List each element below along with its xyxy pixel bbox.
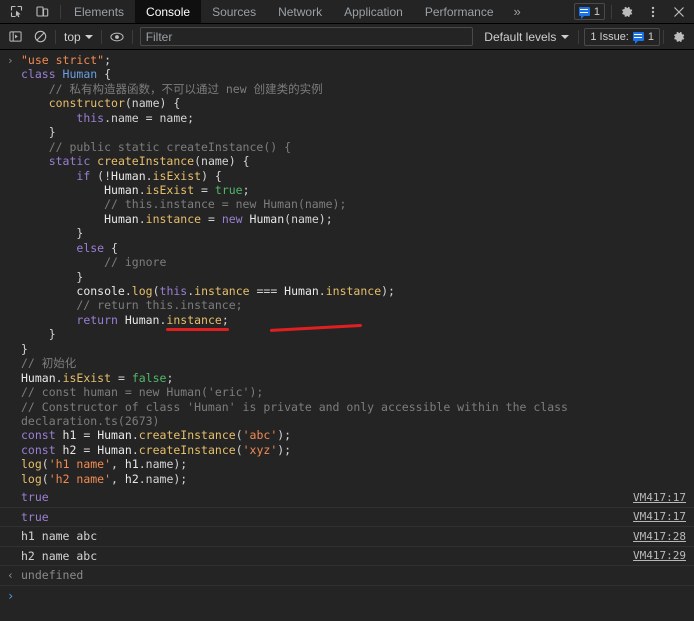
output-source-link[interactable]: VM417:29 [633, 549, 686, 562]
prompt-arrow-icon: › [7, 588, 15, 603]
code-line: // public static createInstance() { [21, 139, 292, 154]
console-issues-count: 1 [647, 30, 654, 43]
output-value: h1 name abc [21, 529, 98, 544]
input-arrow-icon: › [7, 54, 14, 67]
live-expression-eye-icon[interactable] [105, 27, 129, 47]
tab-application[interactable]: Application [333, 0, 414, 23]
tab-performance[interactable]: Performance [414, 0, 505, 23]
output-source-link[interactable]: VM417:28 [633, 530, 686, 543]
echoed-source-code: "use strict"; class Human { // 私有构造器函数，不可… [0, 53, 694, 486]
clear-console-icon[interactable] [28, 27, 52, 47]
console-output-row: h1 name abc VM417:28 [0, 527, 694, 547]
output-value: true [21, 490, 49, 505]
code-line: "use strict"; [21, 53, 112, 67]
execution-context-selector[interactable]: top [59, 30, 98, 44]
output-source-link[interactable]: VM417:17 [633, 510, 686, 523]
console-issues-label: 1 Issue: [590, 30, 629, 43]
tab-overflow-more-icon[interactable]: » [505, 0, 530, 23]
panel-tabs: Elements Console Sources Network Applica… [63, 0, 570, 23]
console-toolbar: top Default levels 1 Issue: 1 [0, 24, 694, 50]
console-filter-input[interactable] [139, 27, 474, 46]
code-line: // return this.instance; [21, 298, 243, 313]
log-levels-label: Default levels [484, 29, 557, 44]
issues-badge-count: 1 [593, 5, 600, 18]
output-value: true [21, 509, 49, 524]
console-issues-badge[interactable]: 1 Issue: 1 [584, 27, 660, 46]
console-body: › "use strict"; class Human { // 私有构造器函数，… [0, 50, 694, 620]
code-line: Human.instance = new Human(name); [104, 211, 333, 226]
tab-console[interactable]: Console [135, 0, 202, 23]
code-line: const h2 = Human.createInstance('xyz'); [21, 442, 292, 457]
divider [55, 29, 56, 44]
divider [100, 29, 102, 44]
chevron-down-icon [84, 34, 93, 39]
console-prompt-row[interactable]: › [0, 586, 694, 606]
code-line: class Human { [21, 67, 112, 82]
divider [60, 4, 61, 19]
console-return-row: ‹ undefined [0, 566, 694, 586]
code-line: // this.instance = new Human(name); [21, 197, 347, 212]
code-line: // 初始化 [21, 356, 77, 371]
console-output-row: h2 name abc VM417:29 [0, 547, 694, 567]
execution-context-label: top [64, 29, 81, 44]
code-line: return Human.instance; [76, 312, 229, 327]
issues-bubble-icon [632, 32, 644, 44]
inspect-element-icon[interactable] [3, 1, 29, 23]
log-levels-selector[interactable]: Default levels [478, 30, 575, 44]
code-line: // Constructor of class 'Human' is priva… [21, 399, 568, 414]
console-settings-gear-icon[interactable] [667, 27, 691, 47]
return-arrow-icon: ‹ [7, 568, 14, 583]
device-toolbar-icon[interactable] [29, 1, 55, 23]
output-source-link[interactable]: VM417:17 [633, 491, 686, 504]
close-icon[interactable] [666, 1, 692, 23]
code-line: const h1 = Human.createInstance('abc'); [21, 428, 292, 443]
console-output-list: true VM417:17 true VM417:17 h1 name abc VM417… [0, 488, 694, 567]
issues-bubble-icon [578, 7, 590, 19]
code-line: declaration.ts(2673) [21, 413, 160, 428]
code-line: } [21, 341, 28, 356]
code-line: log('h1 name', h1.name); [21, 457, 188, 472]
code-line: this.name = name; [76, 110, 195, 125]
tab-elements[interactable]: Elements [63, 0, 135, 23]
code-line: console.log(this.instance === Human.inst… [76, 284, 395, 298]
divider [663, 29, 664, 44]
console-output-row: true VM417:17 [0, 508, 694, 528]
return-value: undefined [21, 568, 84, 583]
tab-sources[interactable]: Sources [201, 0, 267, 23]
code-line: // ignore [21, 255, 167, 270]
console-sidebar-icon[interactable] [3, 27, 27, 47]
code-line: } [21, 226, 84, 241]
divider [578, 29, 580, 44]
code-line: } [21, 327, 56, 342]
gear-icon[interactable] [614, 1, 640, 23]
code-line: log('h2 name', h2.name); [21, 471, 188, 486]
chevron-down-icon [561, 34, 570, 39]
issues-badge[interactable]: 1 [573, 3, 605, 20]
tab-bar-actions: 1 [570, 0, 694, 23]
output-value: h2 name abc [21, 548, 98, 563]
code-line: } [21, 269, 84, 284]
divider [611, 4, 612, 19]
code-line: Human.isExist = false; [21, 370, 174, 385]
code-line: Human.isExist = true; [104, 182, 250, 197]
dots-vertical-icon[interactable] [640, 1, 666, 23]
divider [131, 29, 133, 44]
tab-network[interactable]: Network [267, 0, 333, 23]
code-line: static createInstance(name) { [48, 154, 250, 169]
code-line: else { [76, 240, 118, 255]
devtools-tab-bar: Elements Console Sources Network Applica… [0, 0, 694, 24]
code-line: } [21, 125, 56, 140]
code-line: // 私有构造器函数，不可以通过 new 创建类的实例 [21, 81, 323, 96]
code-line: constructor(name) { [48, 96, 181, 111]
code-line: if (!Human.isExist) { [76, 168, 222, 183]
code-line: // const human = new Human('eric'); [21, 385, 264, 400]
devtools-tool-icons [0, 0, 58, 23]
console-input-echo: › "use strict"; class Human { // 私有构造器函数，… [0, 50, 694, 488]
console-output-row: true VM417:17 [0, 488, 694, 508]
